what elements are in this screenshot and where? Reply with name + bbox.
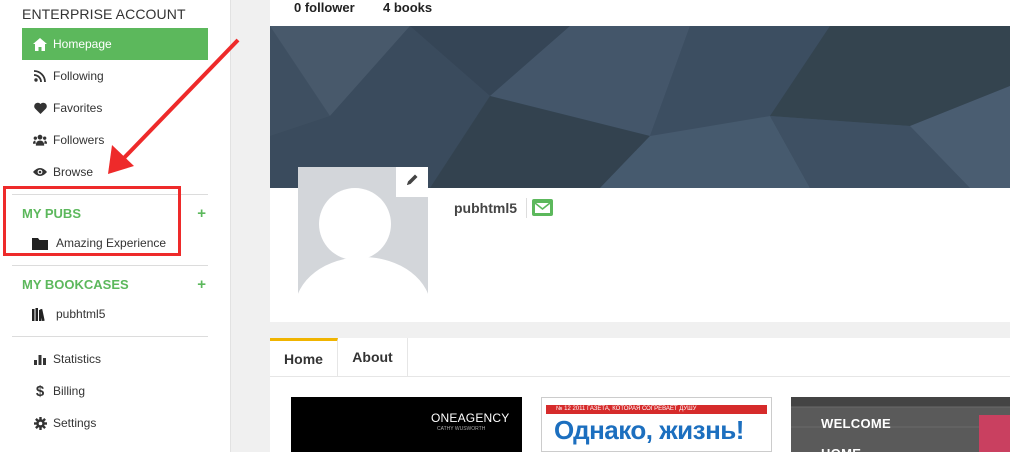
divider <box>526 198 527 218</box>
book-title: Однако, жизнь! <box>554 415 744 445</box>
bookcase-label: pubhtml5 <box>56 307 106 321</box>
envelope-icon <box>532 202 553 220</box>
dollar-icon: $ <box>35 382 45 400</box>
book-cover[interactable]: № 12 2011 ГАЗЕТА, КОТОРАЯ СОГРЕВАЕТ ДУШУ… <box>541 397 772 452</box>
nav-settings[interactable]: Settings <box>22 407 208 439</box>
bar-chart-icon <box>33 352 47 366</box>
my-bookcases-header: MY BOOKCASES + <box>22 276 208 293</box>
book-title: WELCOME HOME <box>821 416 891 452</box>
book-cover[interactable]: ONEAGENCY CATHY WUSWORTH <box>291 397 522 452</box>
divider <box>12 336 208 337</box>
section-title: MY BOOKCASES <box>22 277 129 292</box>
follower-count[interactable]: 0 follower <box>294 0 355 15</box>
profile-username: pubhtml5 <box>454 200 517 216</box>
edit-avatar-button[interactable] <box>396 167 428 197</box>
book-header: № 12 2011 ГАЗЕТА, КОТОРАЯ СОГРЕВАЕТ ДУШУ <box>546 405 767 414</box>
tab-home[interactable]: Home <box>270 338 338 376</box>
annotation-arrow <box>108 38 240 174</box>
message-button[interactable] <box>532 199 553 216</box>
book-cover[interactable]: WELCOME HOME <box>791 397 1010 452</box>
nav-billing[interactable]: $ Billing <box>22 375 208 407</box>
bookcase-item[interactable]: pubhtml5 <box>32 302 105 326</box>
book-title: ONEAGENCY <box>431 411 510 425</box>
divider <box>12 265 208 266</box>
nav-label: Billing <box>53 384 86 398</box>
tabs-divider <box>270 376 1010 377</box>
book-subtitle: CATHY WUSWORTH <box>437 426 486 432</box>
gear-icon <box>33 416 47 430</box>
add-bookcase-button[interactable]: + <box>197 276 206 293</box>
profile-banner <box>270 26 1010 188</box>
tab-about[interactable]: About <box>338 338 408 376</box>
pencil-icon <box>405 173 419 192</box>
book-count[interactable]: 4 books <box>383 0 432 15</box>
stats-bar: 0 follower 4 books <box>270 0 1010 26</box>
add-pub-button[interactable]: + <box>197 205 206 222</box>
nav-statistics[interactable]: Statistics <box>22 343 208 375</box>
nav-label: Statistics <box>53 352 102 366</box>
bookcase-icon <box>32 307 48 321</box>
nav-label: Settings <box>53 416 97 430</box>
